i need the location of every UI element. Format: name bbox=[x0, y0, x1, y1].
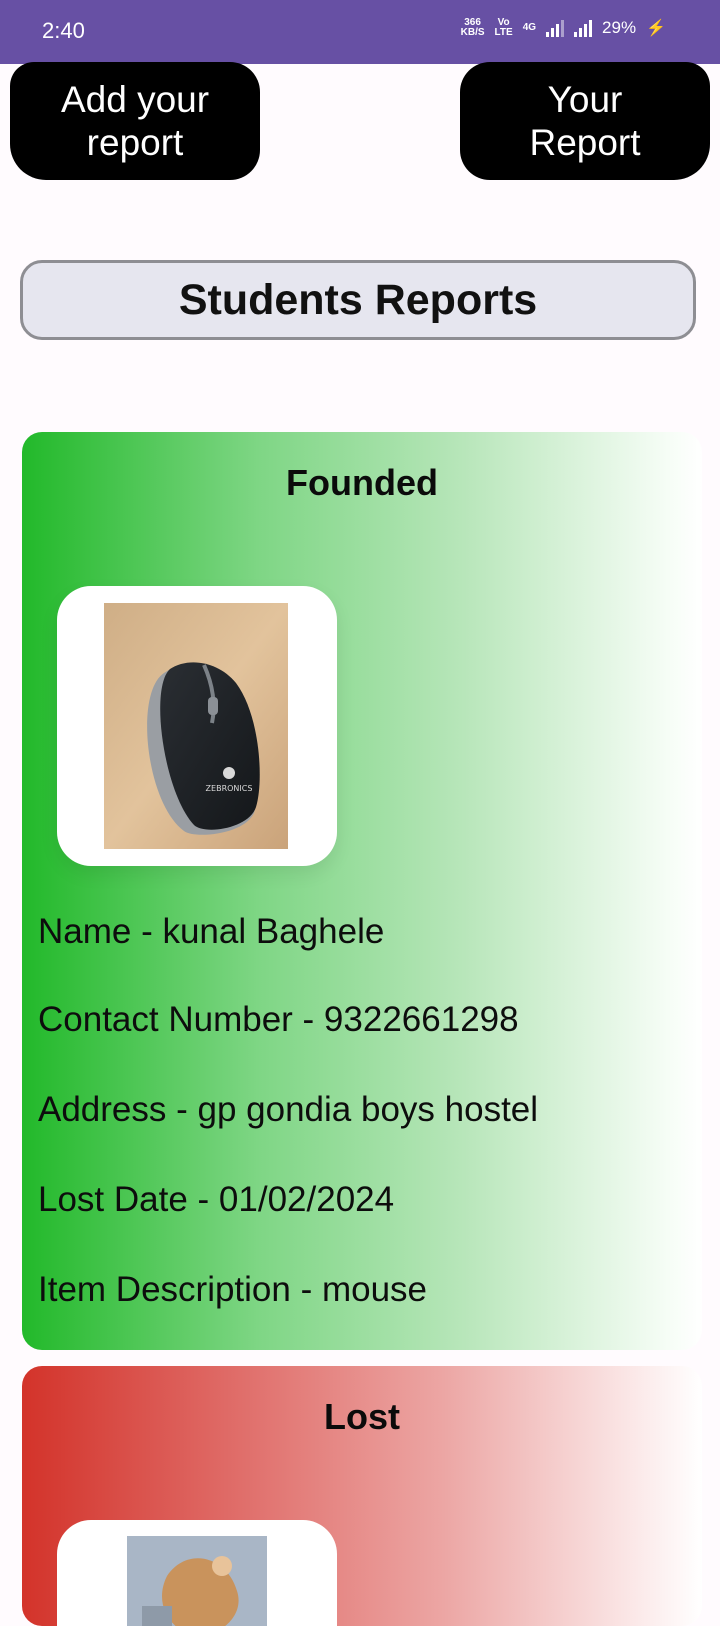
report-status-label: Founded bbox=[286, 462, 438, 503]
status-bar: 2:40 366 KB/S Vo LTE 4G 29% ⚡ bbox=[0, 0, 720, 64]
battery-percentage: 29% bbox=[602, 18, 637, 37]
charging-icon: ⚡ bbox=[646, 20, 666, 37]
status-icons: 366 KB/S Vo LTE 4G 29% ⚡ bbox=[461, 18, 666, 38]
item-description: Item Description - mouse bbox=[38, 1270, 428, 1309]
report-card-lost[interactable]: Lost bbox=[22, 1366, 702, 1626]
signal-icon-2 bbox=[574, 19, 593, 37]
your-report-button[interactable]: Your Report bbox=[460, 62, 710, 180]
signal-icon bbox=[546, 19, 565, 37]
svg-text:ZEBRONICS: ZEBRONICS bbox=[206, 784, 253, 793]
reporter-name: Name - kunal Baghele bbox=[38, 912, 385, 951]
network-speed-indicator: 366 KB/S bbox=[460, 17, 485, 38]
volte-icon: Vo LTE bbox=[494, 17, 513, 38]
item-photo-frame: ZEBRONICS bbox=[57, 586, 337, 866]
status-time: 2:40 bbox=[42, 18, 85, 43]
mouse-photo: ZEBRONICS bbox=[104, 603, 288, 849]
contact-number: Contact Number - 9322661298 bbox=[38, 1000, 519, 1039]
address: Address - gp gondia boys hostel bbox=[38, 1090, 539, 1129]
item-photo-frame bbox=[57, 1520, 337, 1626]
lost-item-photo bbox=[127, 1536, 267, 1626]
network-type-icon: 4G bbox=[522, 22, 537, 33]
students-reports-header: Students Reports bbox=[20, 260, 696, 340]
report-status-label: Lost bbox=[324, 1396, 400, 1437]
add-your-report-button[interactable]: Add your report bbox=[10, 62, 260, 180]
report-card-found[interactable]: Founded ZEBRONICS Name - kunal Baghele C… bbox=[22, 432, 702, 1350]
lost-date: Lost Date - 01/02/2024 bbox=[38, 1180, 395, 1219]
